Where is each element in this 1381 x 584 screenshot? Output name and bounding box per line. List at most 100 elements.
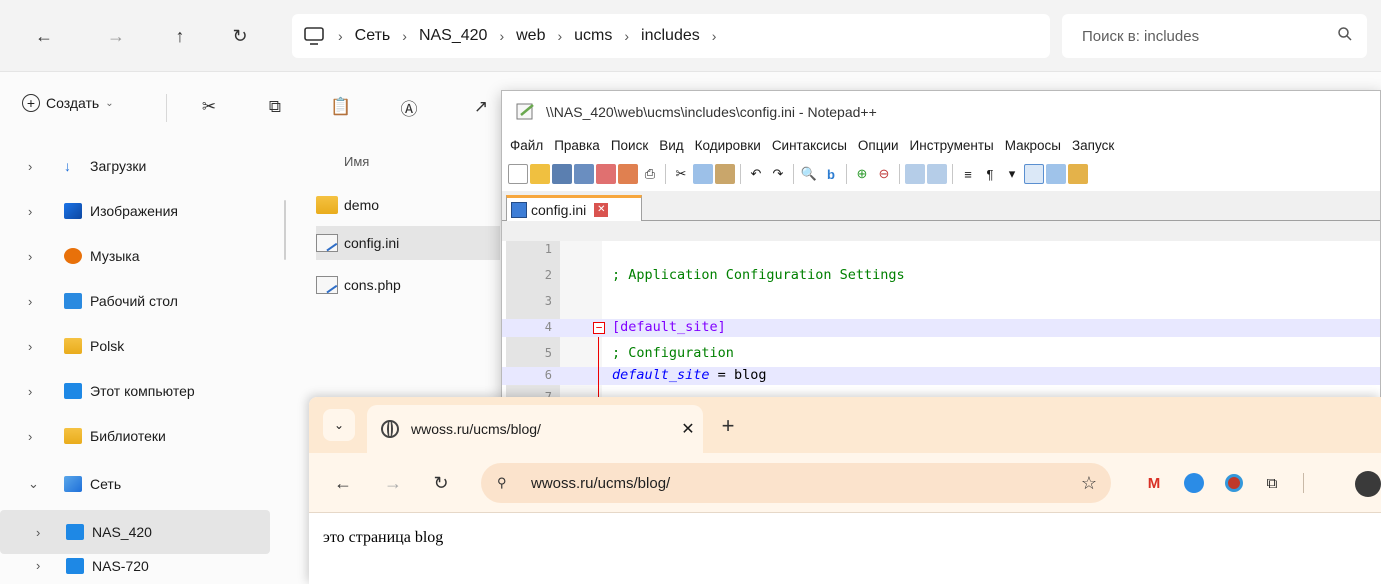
extension-badge-icon[interactable] xyxy=(1221,470,1247,496)
sync-vertical-icon[interactable] xyxy=(905,164,925,184)
close-file-icon[interactable] xyxy=(596,164,616,184)
column-header-name[interactable]: Имя xyxy=(344,154,369,169)
chevron-right-icon: › xyxy=(28,158,33,174)
redo-icon[interactable]: ↷ xyxy=(768,164,788,184)
code-editor[interactable]: 1 2 ; Application Configuration Settings… xyxy=(502,241,1380,404)
find-icon[interactable]: 🔍 xyxy=(799,164,819,184)
paste-icon[interactable]: 📋 xyxy=(328,94,354,120)
chevron-right-icon: › xyxy=(338,28,343,44)
print-icon[interactable]: ⎙ xyxy=(640,164,660,184)
breadcrumb[interactable]: › Сеть › NAS_420 › web › ucms › includes… xyxy=(292,14,1050,58)
url-bar[interactable]: ⚲ wwoss.ru/ucms/blog/ ☆ xyxy=(481,463,1111,503)
nav-item-downloads[interactable]: › ↓ Загрузки xyxy=(0,144,270,188)
cut-icon[interactable]: ✂ xyxy=(196,94,222,120)
save-icon[interactable] xyxy=(552,164,572,184)
menu-item-macro[interactable]: Макросы xyxy=(1005,138,1061,153)
refresh-icon: ↻ xyxy=(232,25,248,46)
chevron-right-icon: › xyxy=(28,203,33,219)
breadcrumb-item-includes[interactable]: includes xyxy=(635,27,706,45)
word-wrap-icon[interactable]: ≡ xyxy=(958,164,978,184)
menu-item-settings[interactable]: Опции xyxy=(858,138,899,153)
doc-map-icon[interactable] xyxy=(1046,164,1066,184)
nav-item-label: Библиотеки xyxy=(90,428,166,444)
close-all-icon[interactable] xyxy=(618,164,638,184)
sync-horizontal-icon[interactable] xyxy=(927,164,947,184)
search-input[interactable]: Поиск в: includes xyxy=(1062,14,1367,58)
nav-item-network[interactable]: ⌄ Сеть xyxy=(0,462,270,506)
extensions-puzzle-icon[interactable]: ⧉ xyxy=(1259,470,1285,496)
nav-item-libraries[interactable]: › Библиотеки xyxy=(0,414,270,458)
browser-forward-button[interactable]: → xyxy=(379,469,407,497)
browser-tab-title: wwoss.ru/ucms/blog/ xyxy=(411,421,541,437)
cut-icon[interactable]: ✂ xyxy=(671,164,691,184)
music-icon xyxy=(64,248,82,264)
indent-guide-icon[interactable] xyxy=(1024,164,1044,184)
nav-item-music[interactable]: › Музыка xyxy=(0,234,270,278)
new-file-icon[interactable] xyxy=(508,164,528,184)
nav-item-pictures[interactable]: › Изображения xyxy=(0,189,270,233)
site-info-icon[interactable]: ⚲ xyxy=(497,475,519,491)
menu-item-search[interactable]: Поиск xyxy=(611,138,648,153)
gmail-extension-icon[interactable]: M xyxy=(1141,470,1167,496)
menu-item-edit[interactable]: Правка xyxy=(554,138,600,153)
nav-item-nas420[interactable]: › NAS_420 xyxy=(0,510,270,554)
copy-icon[interactable] xyxy=(693,164,713,184)
tab-config-ini[interactable]: config.ini ✕ xyxy=(506,195,642,221)
window-title-bar[interactable]: \\NAS_420\web\ucms\includes\config.ini -… xyxy=(502,91,1380,133)
network-icon xyxy=(64,476,82,492)
menu-item-file[interactable]: Файл xyxy=(510,138,543,153)
nav-item-label: NAS_420 xyxy=(92,524,152,540)
refresh-button[interactable]: ↻ xyxy=(226,22,254,50)
breadcrumb-item-web[interactable]: web xyxy=(510,27,551,45)
nav-item-nas720[interactable]: › NAS-720 xyxy=(0,558,270,584)
copy-icon[interactable]: ⧉ xyxy=(262,94,288,120)
file-item-cons-php[interactable]: cons.php xyxy=(316,268,500,302)
menu-item-tools[interactable]: Инструменты xyxy=(910,138,994,153)
nav-item-desktop[interactable]: › Рабочий стол xyxy=(0,279,270,323)
function-list-icon[interactable] xyxy=(1068,164,1088,184)
create-button[interactable]: + Создать ⌄ xyxy=(22,94,114,112)
fold-toggle-icon[interactable]: − xyxy=(593,322,605,334)
chevron-right-icon: › xyxy=(711,28,717,44)
folder-icon xyxy=(316,196,338,214)
forward-button[interactable]: → xyxy=(102,22,130,50)
browser-tab-strip: ⌄ wwoss.ru/ucms/blog/ ✕ + xyxy=(309,397,1381,453)
replace-icon[interactable]: b xyxy=(821,164,841,184)
menu-item-view[interactable]: Вид xyxy=(659,138,683,153)
search-icon xyxy=(1337,26,1353,46)
browser-tab[interactable]: wwoss.ru/ucms/blog/ ✕ xyxy=(367,405,703,453)
breadcrumb-item-ucms[interactable]: ucms xyxy=(568,27,618,45)
nav-item-this-pc[interactable]: › Этот компьютер xyxy=(0,369,270,413)
menu-item-language[interactable]: Синтаксисы xyxy=(772,138,847,153)
new-tab-button[interactable]: + xyxy=(713,411,743,441)
tab-search-button[interactable]: ⌄ xyxy=(323,409,355,441)
save-all-icon[interactable] xyxy=(574,164,594,184)
menu-item-run[interactable]: Запуск xyxy=(1072,138,1114,153)
close-icon[interactable]: ✕ xyxy=(673,419,703,439)
breadcrumb-item-nas420[interactable]: NAS_420 xyxy=(413,27,494,45)
dropdown-icon[interactable]: ▾ xyxy=(1002,164,1022,184)
bookmark-star-icon[interactable]: ☆ xyxy=(1081,473,1097,494)
close-icon[interactable]: ✕ xyxy=(594,202,609,217)
pane-splitter[interactable] xyxy=(284,200,286,260)
paste-icon[interactable] xyxy=(715,164,735,184)
file-item-demo[interactable]: demo xyxy=(316,188,500,222)
back-button[interactable]: ← xyxy=(30,22,58,50)
nav-item-polsk[interactable]: › Polsk xyxy=(0,324,270,368)
profile-avatar[interactable] xyxy=(1355,471,1381,497)
open-file-icon[interactable] xyxy=(530,164,550,184)
menu-item-encoding[interactable]: Кодировки xyxy=(695,138,761,153)
rename-icon[interactable]: Ⓐ xyxy=(396,94,422,120)
file-item-config-ini[interactable]: config.ini xyxy=(316,226,500,260)
zoom-out-icon[interactable]: ⊖ xyxy=(874,164,894,184)
up-button[interactable]: ↑ xyxy=(166,22,194,50)
undo-icon[interactable]: ↶ xyxy=(746,164,766,184)
browser-back-button[interactable]: ← xyxy=(329,469,357,497)
zoom-in-icon[interactable]: ⊕ xyxy=(852,164,872,184)
share-icon[interactable]: ↗ xyxy=(468,94,494,120)
nav-item-label: Polsk xyxy=(90,338,125,354)
breadcrumb-item-network[interactable]: Сеть xyxy=(349,27,397,45)
chat-extension-icon[interactable] xyxy=(1181,470,1207,496)
show-all-chars-icon[interactable]: ¶ xyxy=(980,164,1000,184)
browser-reload-button[interactable]: ↻ xyxy=(427,469,455,497)
